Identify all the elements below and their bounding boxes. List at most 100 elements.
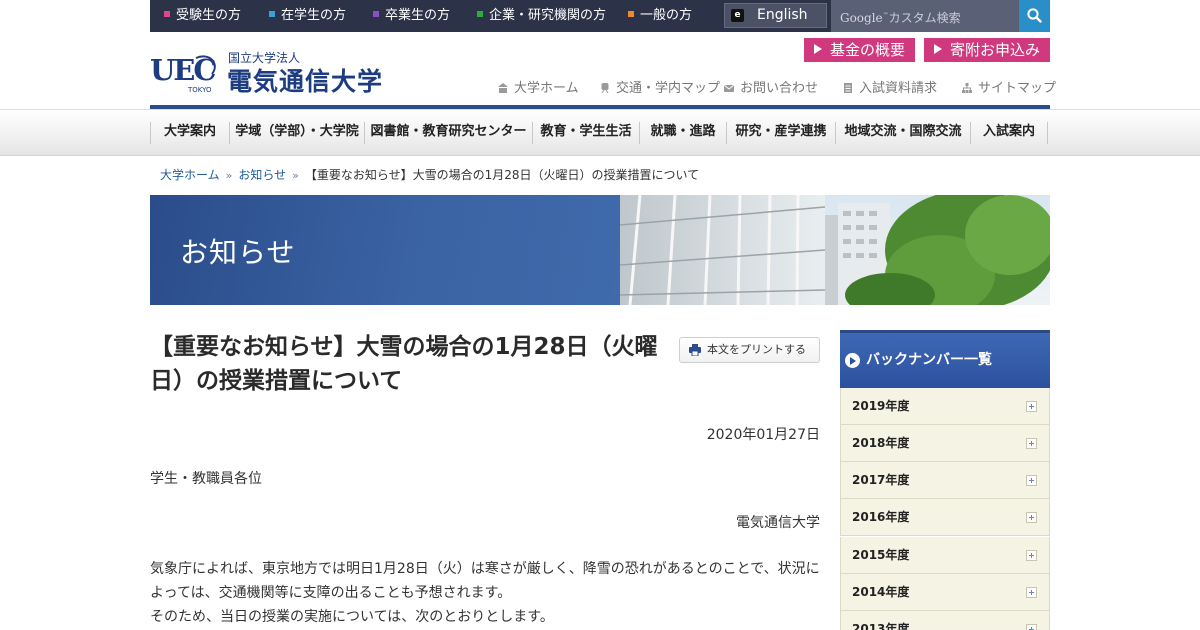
sitemap-icon: [962, 82, 972, 93]
util-link-access-map[interactable]: 交通・学内マップ: [600, 77, 720, 96]
year-item-2013[interactable]: 2013年度: [840, 611, 1050, 630]
square-bullet-icon: [628, 11, 634, 17]
nav-separator: [1047, 122, 1048, 144]
square-bullet-icon: [373, 11, 379, 17]
util-link-sitemap[interactable]: サイトマップ: [962, 77, 1056, 96]
english-site-link[interactable]: e English: [724, 3, 827, 28]
audience-label: 在学生の方: [281, 8, 347, 23]
global-nav: 大学案内 学域（学部）・大学院 図書館・教育研究センター 教育・学生生活 就職・…: [0, 110, 1200, 156]
util-label: 入試資料請求: [859, 81, 938, 96]
util-label: サイトマップ: [978, 81, 1057, 96]
logo-name: 電気通信大学: [227, 67, 384, 96]
print-label: 本文をプリントする: [707, 343, 806, 356]
uec-logo-mark: UEC TOKYO: [150, 53, 217, 94]
year-label: 2019年度: [852, 399, 910, 413]
util-label: 交通・学内マップ: [616, 81, 721, 96]
printer-icon: [689, 344, 701, 356]
play-arrow-icon: [814, 44, 822, 54]
util-label: 大学ホーム: [514, 81, 579, 96]
fund-overview-button[interactable]: 基金の概要: [804, 38, 915, 62]
breadcrumb-current: 【重要なお知らせ】大雪の場合の1月28日（火曜日）の授業措置について: [304, 168, 700, 182]
nav-item-about[interactable]: 大学案内: [151, 110, 229, 155]
breadcrumb-home-link[interactable]: 大学ホーム: [160, 168, 220, 182]
year-label: 2018年度: [852, 436, 910, 450]
article-body-paragraph: そのため、当日の授業の実施については、次のとおりとします。: [150, 609, 554, 625]
backnumber-heading-label: バックナンバー一覧: [866, 352, 992, 368]
year-item-2018[interactable]: 2018年度: [840, 425, 1050, 462]
double-chevron-icon: »: [225, 169, 233, 182]
year-item-2015[interactable]: 2015年度: [840, 537, 1050, 574]
english-icon: e: [731, 9, 744, 22]
english-label: English: [757, 7, 808, 23]
nav-item-career[interactable]: 就職・進路: [640, 110, 726, 155]
audience-link-students[interactable]: 在学生の方: [269, 0, 346, 32]
breadcrumb: 大学ホーム » お知らせ » 【重要なお知らせ】大雪の場合の1月28日（火曜日）の授業措…: [160, 166, 699, 183]
search-icon: [1027, 8, 1042, 23]
expand-plus-icon[interactable]: [1026, 401, 1037, 412]
logo-tokyo-text: TOKYO: [187, 86, 212, 94]
util-label: お問い合わせ: [740, 81, 819, 96]
nav-item-admissions[interactable]: 入試案内: [971, 110, 1047, 155]
expand-plus-icon[interactable]: [1026, 512, 1037, 523]
audience-link-companies[interactable]: 企業・研究機関の方: [477, 0, 606, 32]
expand-plus-icon[interactable]: [1026, 475, 1037, 486]
button-label: 寄附お申込み: [950, 41, 1041, 59]
year-label: 2017年度: [852, 473, 910, 487]
train-icon: [600, 82, 610, 94]
audience-bar: 受験生の方 在学生の方 卒業生の方 企業・研究機関の方 一般の方 e Engli…: [150, 0, 1050, 32]
document-icon: [843, 82, 853, 93]
nav-item-international[interactable]: 地域交流・国際交流: [836, 110, 970, 155]
expand-plus-icon[interactable]: [1026, 550, 1037, 561]
double-chevron-icon: »: [292, 169, 299, 182]
button-label: 基金の概要: [830, 41, 906, 59]
expand-plus-icon[interactable]: [1026, 587, 1037, 598]
util-link-admission-materials[interactable]: 入試資料請求: [843, 77, 937, 96]
mail-icon: [723, 82, 735, 92]
arrow-circle-icon: [845, 353, 860, 368]
year-label: 2014年度: [852, 585, 910, 599]
year-item-2014[interactable]: 2014年度: [840, 574, 1050, 611]
hero-banner: お知らせ: [150, 195, 1050, 305]
breadcrumb-news-link[interactable]: お知らせ: [238, 168, 286, 182]
nav-item-library-centers[interactable]: 図書館・教育研究センター: [365, 110, 532, 155]
year-item-2019[interactable]: 2019年度: [840, 388, 1050, 425]
nav-item-faculties[interactable]: 学域（学部）・大学院: [230, 110, 364, 155]
expand-plus-icon[interactable]: [1026, 438, 1037, 449]
search-placeholder: カスタム検索: [888, 11, 961, 25]
nav-item-education[interactable]: 教育・学生生活: [533, 110, 639, 155]
year-label: 2015年度: [852, 548, 910, 562]
donation-apply-button[interactable]: 寄附お申込み: [924, 38, 1050, 62]
search-brand: Google: [840, 11, 883, 25]
square-bullet-icon: [477, 11, 483, 17]
search-input[interactable]: Google™カスタム検索: [831, 0, 1021, 32]
logo-mark-text: UEC: [150, 53, 215, 87]
expand-plus-icon[interactable]: [1026, 624, 1037, 630]
year-item-2016[interactable]: 2016年度: [840, 499, 1050, 536]
square-bullet-icon: [269, 11, 275, 17]
hero-title-panel: お知らせ: [150, 195, 620, 305]
article-date: 2020年01月27日: [706, 427, 820, 443]
article-sender: 電気通信大学: [736, 515, 820, 531]
article-addressee: 学生・教職員各位: [150, 471, 262, 487]
audience-link-general[interactable]: 一般の方: [628, 0, 692, 32]
building-icon: [498, 82, 508, 93]
audience-label: 卒業生の方: [385, 8, 451, 23]
print-button[interactable]: 本文をプリントする: [679, 337, 820, 363]
play-arrow-icon: [934, 44, 942, 54]
year-label: 2016年度: [852, 510, 910, 524]
year-item-2017[interactable]: 2017年度: [840, 462, 1050, 499]
util-link-contact[interactable]: お問い合わせ: [723, 77, 819, 96]
search-button[interactable]: [1019, 0, 1050, 32]
audience-link-applicants[interactable]: 受験生の方: [164, 0, 241, 32]
backnumber-heading: バックナンバー一覧: [840, 330, 1050, 388]
campus-building-photo: [620, 195, 1050, 305]
article-body-paragraph: 気象庁によれば、東京地方では明日1月28日（火）は寒さが厳しく、降雪の恐れがある…: [150, 561, 820, 601]
article-title: 【重要なお知らせ】大雪の場合の1月28日（火曜日）の授業措置について: [150, 334, 658, 394]
audience-link-alumni[interactable]: 卒業生の方: [373, 0, 450, 32]
util-link-home[interactable]: 大学ホーム: [498, 77, 579, 96]
hero-title: お知らせ: [180, 236, 296, 269]
audience-label: 受験生の方: [176, 8, 242, 23]
year-label: 2013年度: [852, 622, 910, 630]
square-bullet-icon: [164, 11, 170, 17]
nav-item-research[interactable]: 研究・産学連携: [727, 110, 835, 155]
